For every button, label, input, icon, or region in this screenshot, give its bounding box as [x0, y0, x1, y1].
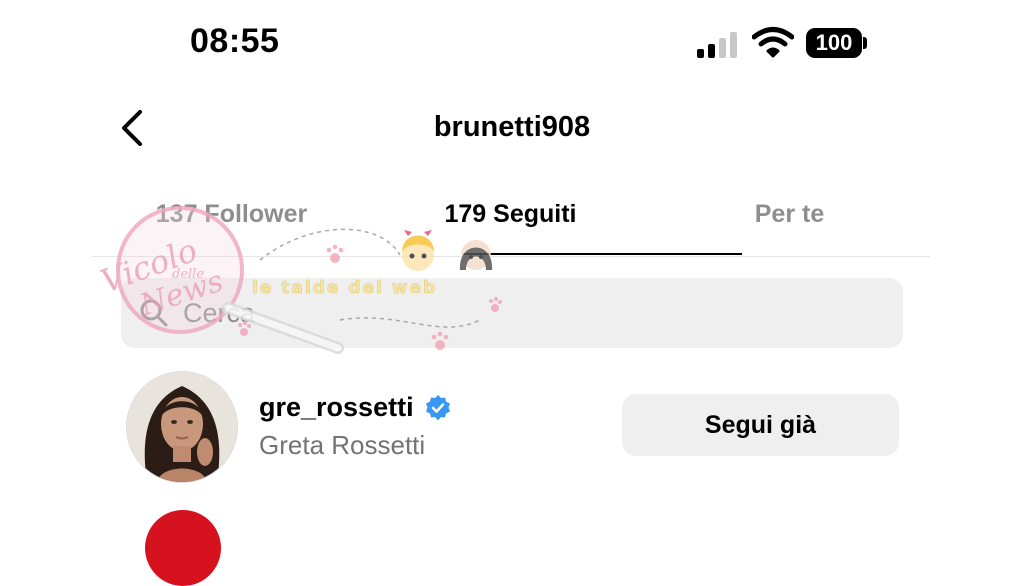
tab-bar: 137 Follower 179 Seguiti Per te: [92, 190, 930, 257]
following-button[interactable]: Segui già: [622, 394, 899, 456]
search-bar[interactable]: [121, 278, 903, 348]
username[interactable]: gre_rossetti: [259, 392, 414, 422]
search-input[interactable]: [183, 278, 883, 348]
list-item[interactable]: gre_rossetti Greta Rossetti Segui già: [121, 362, 911, 492]
cellular-signal-icon: [697, 30, 741, 58]
battery-cap: [863, 37, 867, 49]
search-icon: [140, 299, 168, 327]
avatar[interactable]: [145, 510, 221, 586]
full-name: Greta Rossetti: [259, 430, 426, 460]
tab-for-you[interactable]: Per te: [650, 200, 929, 229]
status-bar: 08:55 100: [0, 0, 1024, 90]
top-navigation: brunetti908: [0, 95, 1024, 165]
active-tab-indicator: [463, 253, 742, 255]
verified-badge-icon: [426, 394, 451, 420]
tab-following[interactable]: 179 Seguiti: [371, 200, 650, 229]
status-time: 08:55: [190, 22, 280, 60]
avatar[interactable]: [127, 372, 237, 482]
battery-indicator: 100: [806, 28, 862, 58]
username-line[interactable]: gre_rossetti: [259, 392, 452, 426]
page-title: brunetti908: [433, 111, 591, 143]
wifi-icon: [752, 27, 794, 58]
tab-followers[interactable]: 137 Follower: [92, 200, 371, 229]
